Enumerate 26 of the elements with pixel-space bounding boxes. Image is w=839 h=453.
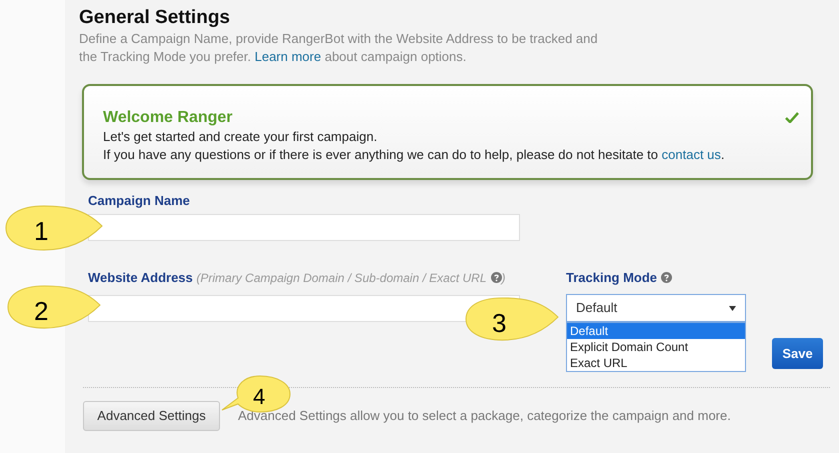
- help-icon: [490, 272, 502, 283]
- help-icon: [661, 272, 672, 283]
- dropdown-option[interactable]: Default: [567, 323, 745, 339]
- welcome-text: Let's get started and create your first campaign.: [103, 128, 378, 146]
- welcome-help-text: If you have any questions or if there is ever anything we can do to help, please do not hesitate to contact us.: [103, 146, 726, 164]
- welcome-title: Welcome Ranger: [103, 108, 233, 128]
- checkmark-icon: [785, 112, 799, 123]
- advanced-settings-button[interactable]: Advanced Settings: [83, 401, 220, 431]
- contact-link[interactable]: contact us: [662, 147, 721, 162]
- field-hint: (Primary Campaign Domain / Sub-domain / Exact URL: [196, 271, 486, 285]
- learn-more-link[interactable]: Learn more: [254, 49, 322, 64]
- save-button[interactable]: Save: [772, 338, 823, 369]
- dropdown-caret-icon: [729, 306, 736, 310]
- field-hint-end: ): [502, 271, 506, 285]
- dropdown-option[interactable]: Explicit Domain Count: [567, 339, 745, 355]
- callout-number: 3: [492, 307, 506, 340]
- callout-number: 1: [34, 215, 48, 248]
- tracking-mode-select[interactable]: Default: [566, 294, 746, 322]
- section-title: General Settings: [79, 6, 231, 30]
- dropdown-option[interactable]: Exact URL: [567, 355, 745, 371]
- campaign-name-input[interactable]: [88, 214, 520, 241]
- field-label: Website Address: [88, 270, 193, 285]
- section-description: Define a Campaign Name, provide RangerBot with the Website Address to be tracked and the Tracking Mode you prefer. Learn more about campaign options.: [79, 30, 599, 66]
- field-label: Tracking Mode: [566, 270, 658, 285]
- field-label: Campaign Name: [88, 192, 191, 210]
- callout-number: 2: [34, 295, 48, 328]
